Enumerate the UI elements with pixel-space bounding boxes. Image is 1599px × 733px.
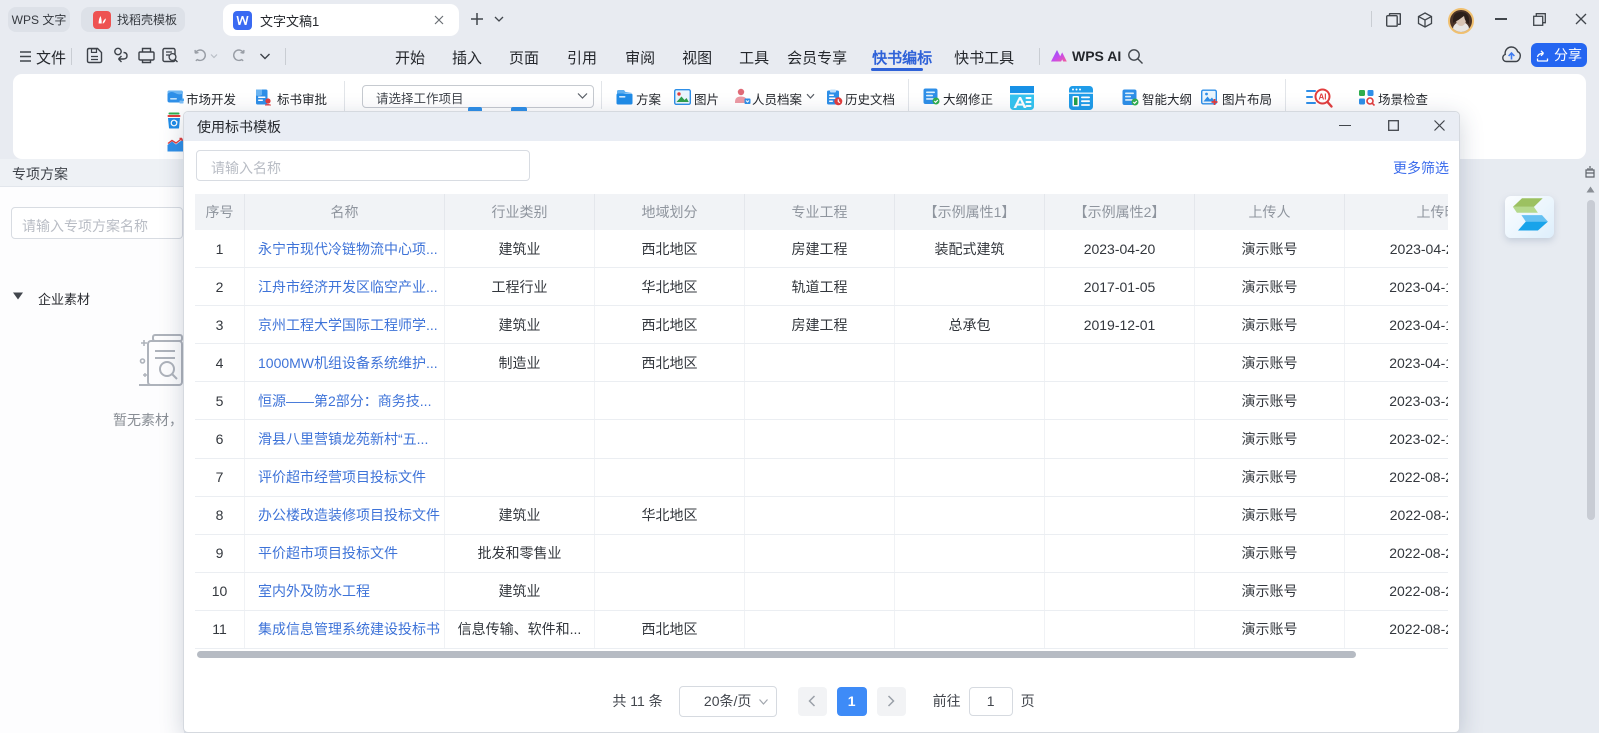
svg-text:AI: AI (1319, 93, 1327, 102)
